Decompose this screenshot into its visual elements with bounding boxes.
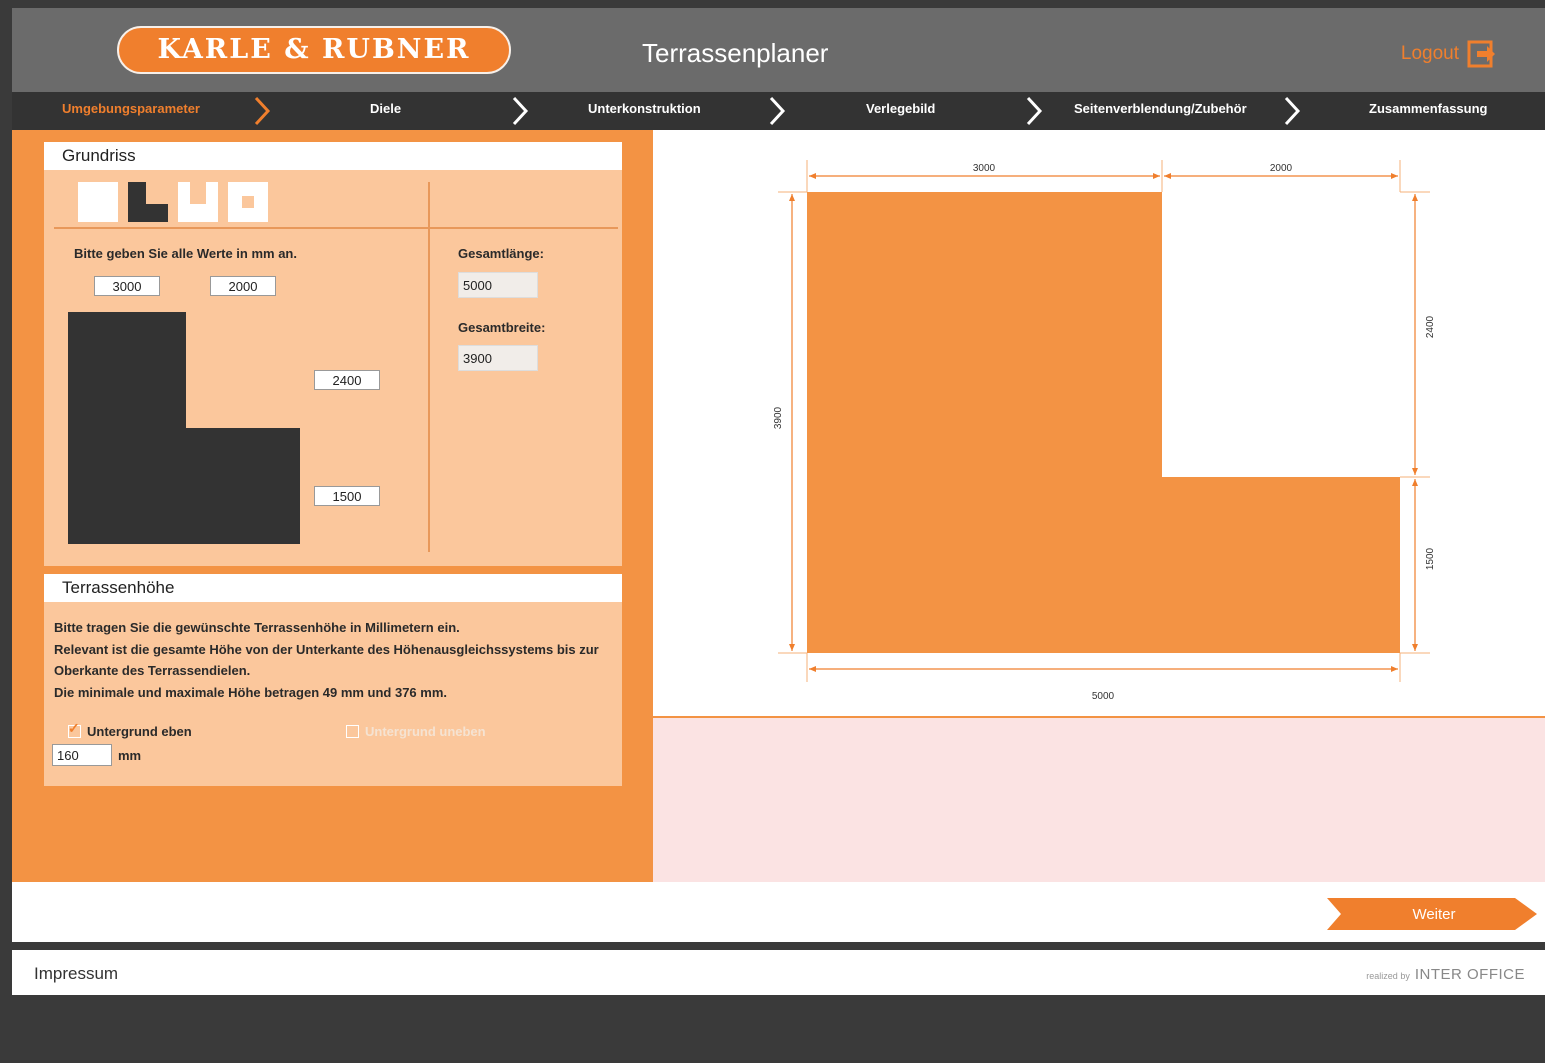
floorplan-svg: 3000 2000 3900 2400 1500 5000 [773, 160, 1436, 702]
powered-prefix: realized by [1366, 971, 1410, 981]
frame-shape-icon[interactable] [228, 182, 268, 222]
step-seitenverblendung[interactable]: Seitenverblendung/Zubehör [1074, 92, 1247, 130]
impressum-link[interactable]: Impressum [34, 964, 118, 984]
step-unterkonstruktion[interactable]: Unterkonstruktion [588, 92, 701, 130]
dimension-label: 2000 [1270, 163, 1293, 174]
gesamtbreite-field [458, 345, 538, 371]
divider [54, 227, 618, 229]
divider [12, 942, 1545, 950]
instruction-line: Die minimale und maximale Höhe betragen … [54, 684, 448, 700]
terrace-area [807, 192, 1400, 653]
checkbox-box [68, 720, 81, 738]
length-top-left-input[interactable] [94, 276, 160, 296]
header: KARLE & RUBNER Terrassenplaner Logout [12, 8, 1545, 92]
height-unit: mm [118, 748, 142, 763]
width-right-upper-input[interactable] [314, 370, 380, 390]
checkbox-box [346, 725, 359, 738]
grundriss-title: Grundriss [44, 142, 622, 170]
dimension-label: 3900 [773, 406, 784, 429]
step-diele[interactable]: Diele [370, 92, 401, 130]
untergrund-uneben-checkbox[interactable]: Untergrund uneben [346, 724, 486, 739]
chevron-right-icon [1284, 96, 1301, 126]
rectangle-shape-icon[interactable] [78, 182, 118, 222]
chevron-right-icon [254, 96, 271, 126]
dimension-label: 1500 [1425, 547, 1436, 570]
settings-panel: Grundriss Bitte geben Sie alle Werte in … [12, 130, 653, 882]
logout-icon [1467, 40, 1495, 68]
step-umgebungsparameter[interactable]: Umgebungsparameter [62, 92, 200, 130]
step-zusammenfassung[interactable]: Zusammenfassung [1369, 92, 1487, 130]
height-instructions: Bitte tragen Sie die gewünschte Terrasse… [54, 617, 599, 703]
instruction-line: Oberkante des Terrassendielen. [54, 663, 251, 678]
dimension-label: 2400 [1425, 315, 1436, 338]
untergrund-uneben-label: Untergrund uneben [365, 724, 486, 739]
powered-brand: INTER OFFICE [1414, 966, 1525, 983]
floorplan-preview [68, 312, 300, 544]
next-button-label: Weiter [1412, 906, 1455, 923]
width-right-lower-input[interactable] [314, 486, 380, 506]
dimension-label: 5000 [1092, 691, 1115, 702]
floorplan-drawing: 3000 2000 3900 2400 1500 5000 [653, 130, 1545, 716]
plan-info-area [653, 716, 1545, 884]
terrace-height-input[interactable] [52, 744, 112, 766]
instruction-line: Relevant ist die gesamte Höhe von der Un… [54, 641, 599, 657]
untergrund-eben-checkbox[interactable]: Untergrund eben [68, 720, 192, 739]
untergrund-eben-label: Untergrund eben [87, 724, 192, 739]
step-navigation: Umgebungsparameter Diele Unterkonstrukti… [12, 92, 1545, 130]
shape-selector [78, 182, 268, 222]
terrassenhoehe-title: Terrassenhöhe [44, 574, 622, 602]
dimension-label: 3000 [973, 163, 996, 174]
logout-button[interactable]: Logout [1401, 40, 1495, 68]
u-shape-icon[interactable] [178, 182, 218, 222]
terrassenhoehe-card: Terrassenhöhe Bitte tragen Sie die gewün… [44, 574, 622, 786]
divider [428, 182, 430, 552]
page-title: Terrassenplaner [642, 38, 829, 68]
logout-label: Logout [1400, 43, 1459, 64]
next-button[interactable]: Weiter [1327, 898, 1537, 930]
powered-by: realized by INTER OFFICE [1366, 966, 1525, 983]
gesamtlaenge-label: Gesamtlänge: [458, 246, 544, 261]
grundriss-card: Grundriss Bitte geben Sie alle Werte in … [44, 142, 622, 566]
chevron-right-icon [1026, 96, 1043, 126]
chevron-right-icon [769, 96, 786, 126]
l-shape-icon[interactable] [128, 182, 168, 222]
brand-logo: KARLE & RUBNER [117, 26, 511, 74]
step-verlegebild[interactable]: Verlegebild [866, 92, 935, 130]
unit-hint: Bitte geben Sie alle Werte in mm an. [74, 246, 297, 261]
chevron-right-icon [512, 96, 529, 126]
instruction-line: Bitte tragen Sie die gewünschte Terrasse… [54, 620, 460, 635]
app-window: KARLE & RUBNER Terrassenplaner Logout Um… [12, 8, 1545, 995]
action-bar: Weiter [12, 882, 1545, 944]
gesamtbreite-label: Gesamtbreite: [458, 320, 546, 335]
length-top-right-input[interactable] [210, 276, 276, 296]
gesamtlaenge-field [458, 272, 538, 298]
footer: Impressum realized by INTER OFFICE [12, 950, 1545, 995]
